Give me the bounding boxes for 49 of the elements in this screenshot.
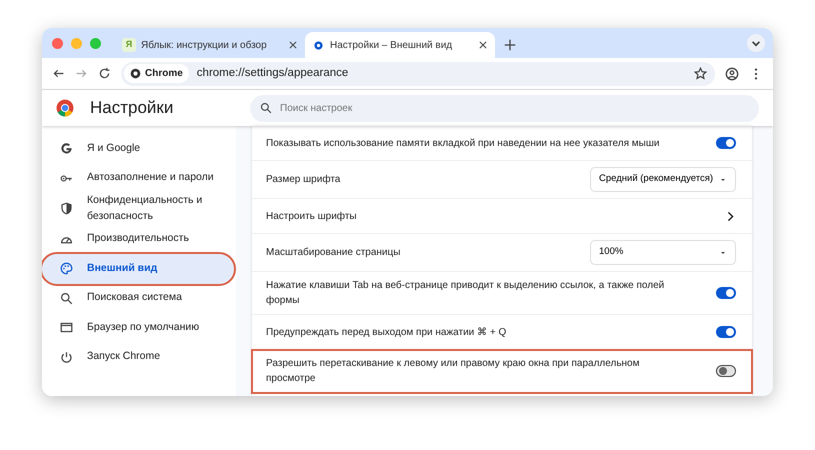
- sidebar-item[interactable]: Конфиденциальность и безопасность: [42, 193, 234, 224]
- chevron-icon[interactable]: [725, 210, 736, 222]
- dropdown[interactable]: 100%: [590, 240, 736, 265]
- search-icon: [260, 102, 272, 114]
- back-icon[interactable]: [52, 67, 65, 80]
- tab-search-icon[interactable]: [747, 34, 765, 52]
- close-icon[interactable]: [478, 40, 488, 50]
- forward-icon: [75, 67, 88, 80]
- setting-label: Масштабирование страницы: [266, 246, 400, 260]
- star-icon[interactable]: [694, 67, 707, 80]
- sidebar-item[interactable]: Автозаполнение и пароли: [42, 164, 234, 193]
- setting-label: Настроить шрифты: [266, 210, 357, 224]
- setting-label: Показывать использование памяти вкладкой при наведении на нее указателя мыши: [266, 136, 660, 150]
- setting-label: Размер шрифта: [266, 173, 340, 187]
- toggle-switch[interactable]: [716, 326, 736, 338]
- site-favicon: Я: [122, 38, 136, 52]
- address-bar[interactable]: Chrome chrome://settings/appearance: [121, 62, 715, 86]
- google-icon: [60, 142, 73, 156]
- new-tab-icon[interactable]: [503, 38, 517, 52]
- profile-icon[interactable]: [725, 66, 739, 80]
- palette-icon: [60, 262, 73, 276]
- toggle-switch[interactable]: [716, 365, 736, 377]
- browser-tab[interactable]: Настройки – Внешний вид: [305, 32, 495, 58]
- search-icon: [60, 292, 73, 305]
- sidebar-item[interactable]: Поисковая система: [42, 284, 234, 313]
- chrome-logo: [56, 99, 74, 117]
- sidebar-item[interactable]: Запуск Chrome: [42, 342, 234, 372]
- browser-tab[interactable]: Я Яблык: инструкции и обзор: [115, 32, 305, 58]
- page-title: Настройки: [90, 97, 174, 120]
- power-icon: [60, 350, 73, 364]
- shield-icon: [60, 202, 73, 216]
- toggle-switch[interactable]: [716, 287, 736, 299]
- setting-label: Разрешить перетаскивание к левому или правому краю окна при параллельном просмотре: [266, 357, 640, 386]
- sidebar-item[interactable]: Я и Google: [42, 134, 234, 164]
- search-bar[interactable]: Поиск настроек: [250, 94, 759, 122]
- close-icon[interactable]: [288, 40, 298, 50]
- sidebar-item[interactable]: Внешний вид: [42, 254, 234, 284]
- url-text: chrome://settings/appearance: [196, 66, 350, 81]
- sidebar-item[interactable]: Производительность: [42, 224, 234, 254]
- site-chip[interactable]: Chrome: [124, 64, 189, 83]
- setting-label: Предупреждать перед выходом при нажатии ⌘ + Q: [266, 326, 506, 340]
- reload-icon[interactable]: [98, 67, 111, 80]
- search-field[interactable]: Поиск настроек: [278, 100, 749, 116]
- dropdown[interactable]: Средний (рекомендуется): [590, 167, 736, 192]
- sidebar-item[interactable]: Браузер по умолчанию: [42, 313, 234, 342]
- toggle-switch[interactable]: [716, 137, 736, 149]
- setting-label: Нажатие клавиши Tab на веб-странице приводит к выделению ссылок, а также полей формы: [266, 279, 666, 308]
- chrome-icon: [130, 68, 141, 79]
- window-icon: [60, 321, 73, 334]
